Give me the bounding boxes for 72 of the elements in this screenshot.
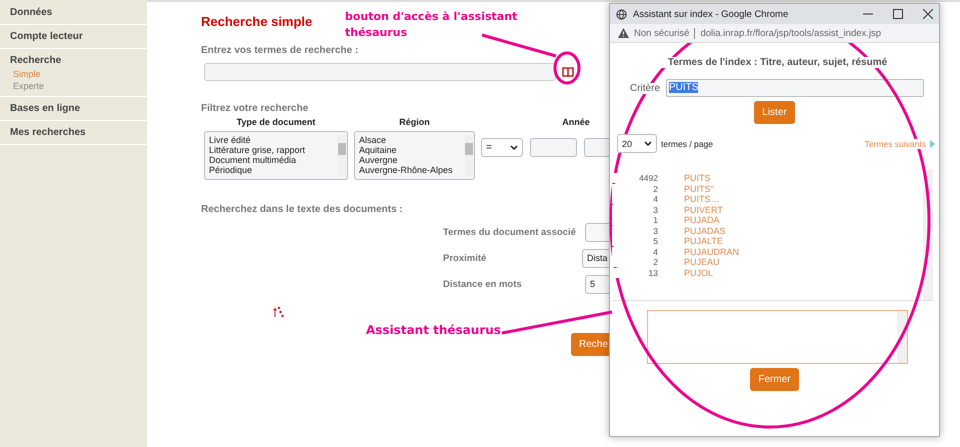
list-option[interactable]: Auvergne-Rhône-Alpes — [359, 165, 462, 175]
field-label: Distance en mots — [443, 279, 523, 290]
close-button[interactable]: Fermer — [750, 368, 799, 391]
term-link[interactable]: PUITS" — [684, 184, 714, 194]
term-count: 3 — [612, 204, 658, 215]
term-link[interactable]: PUJADAS — [684, 226, 726, 236]
chevron-icon — [644, 141, 652, 146]
column-heading: Région — [398, 117, 431, 127]
operator-select[interactable]: = — [481, 138, 523, 157]
field-label: Termes du document associé — [443, 227, 577, 238]
annotation-text: Assistant thésaurus — [366, 323, 501, 337]
globe-icon — [616, 8, 627, 20]
field-label: Proximité — [443, 253, 488, 264]
page-title: Recherche simple — [201, 14, 312, 29]
sidebar-item[interactable]: Compte lecteur — [10, 28, 147, 44]
page-size-label: termes / page — [661, 138, 713, 148]
list-button[interactable]: Lister — [754, 101, 795, 124]
list-option[interactable]: Périodique — [209, 165, 335, 175]
term-count: 2 — [612, 257, 658, 268]
term-link[interactable]: PUJADA — [684, 215, 720, 226]
sort-icon[interactable] — [273, 306, 285, 318]
term-count: 1 — [612, 215, 658, 226]
list-option[interactable]: Aquitaine — [359, 145, 462, 155]
security-label: Non sécurisé — [634, 28, 690, 38]
warning-icon — [618, 28, 629, 38]
term-count: 4 — [612, 194, 658, 204]
window-title: Assistant sur index - Google Chrome — [633, 8, 790, 20]
search-field[interactable] — [204, 63, 556, 81]
column-heading: Type de document — [236, 117, 316, 127]
next-terms-link[interactable]: Termes suivants — [864, 138, 926, 148]
term-count: 13 — [612, 268, 658, 278]
term-count: 2 — [612, 184, 658, 194]
term-link[interactable]: PUJALTE — [684, 236, 723, 246]
scrollbar-icon[interactable] — [338, 135, 346, 176]
sidebar-subitem[interactable]: Experte — [10, 80, 147, 92]
term-link[interactable]: PUJAUDRAN — [684, 246, 740, 257]
filter-label: Filtrez votre recherche — [201, 103, 308, 114]
list-box[interactable]: Alsace Aquitaine Auvergne Auvergne-Rhône-Alpes — [354, 131, 475, 180]
year-field[interactable] — [530, 138, 577, 157]
term-link[interactable]: PUITS — [684, 173, 711, 184]
highlight-ellipse — [554, 52, 580, 84]
term-link[interactable]: PUJEAU — [684, 257, 720, 268]
term-count: 5 — [612, 236, 658, 246]
scrollbar-icon[interactable] — [465, 135, 473, 176]
search-label: Entrez vos termes de recherche : — [201, 45, 358, 56]
chevron-icon — [510, 145, 518, 150]
term-link[interactable]: PUIVERT — [684, 204, 723, 215]
url-text[interactable]: dolia.inrap.fr/flora/jsp/tools/assist_index.jsp — [700, 28, 882, 38]
text-search-label: Recherchez dans le texte des documents : — [201, 204, 403, 215]
list-box[interactable]: Livre édité Littérature grise, rapport Document multimédia Périodique — [204, 131, 348, 180]
list-option[interactable]: Auvergne — [359, 155, 462, 165]
list-option[interactable]: Alsace — [359, 135, 462, 145]
list-option[interactable]: Littérature grise, rapport — [209, 145, 335, 155]
sidebar-item[interactable]: Mes recherches — [10, 124, 147, 140]
list-option[interactable]: Livre édité — [209, 135, 335, 145]
page-size-select[interactable]: 20 — [617, 134, 657, 153]
term-count: 4 — [612, 246, 658, 257]
annotation-text: bouton d'accès à l'assistant thésaurus — [345, 9, 518, 41]
criterion-field[interactable]: PUITS — [666, 79, 924, 97]
column-heading: Année — [561, 117, 591, 127]
term-link[interactable]: PUJOL — [684, 268, 714, 278]
sidebar-item[interactable]: Données — [10, 4, 147, 20]
maximize-icon[interactable] — [893, 9, 903, 19]
book-icon[interactable] — [562, 67, 574, 77]
criterion-label: Critère — [630, 82, 660, 94]
list-option[interactable]: Document multimédia — [209, 155, 335, 165]
term-link[interactable]: PUITS… — [684, 194, 720, 204]
close-icon[interactable] — [923, 9, 933, 19]
sidebar-item[interactable]: Bases en ligne — [10, 100, 147, 116]
term-count: 3 — [612, 226, 658, 236]
sidebar-item[interactable]: Recherche — [10, 52, 147, 68]
term-count: 4492 — [612, 173, 658, 184]
